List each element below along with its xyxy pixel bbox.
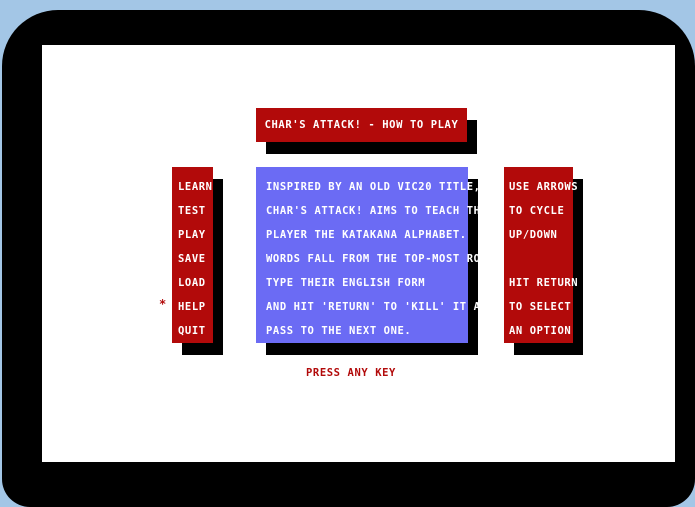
press-any-key-prompt: PRESS ANY KEY: [306, 367, 396, 379]
menu-item-test[interactable]: TEST: [178, 199, 213, 223]
help-line-blank: [509, 247, 573, 271]
title-text: CHAR'S ATTACK! - HOW TO PLAY: [264, 119, 459, 131]
description-line: WORDS FALL FROM THE TOP-MOST ROW;: [266, 253, 495, 265]
help-line: TO CYCLE: [509, 205, 565, 217]
menu-cursor-asterisk: *: [159, 297, 167, 311]
menu-item-load[interactable]: LOAD: [178, 271, 213, 295]
title-banner: CHAR'S ATTACK! - HOW TO PLAY: [256, 108, 467, 142]
description-line: TYPE THEIR ENGLISH FORM: [266, 277, 426, 289]
description-line: CHAR'S ATTACK! AIMS TO TEACH THE: [266, 205, 488, 217]
controls-help-panel: USE ARROWS TO CYCLE UP/DOWN HIT RETURN T…: [504, 167, 579, 343]
help-line: USE ARROWS: [509, 181, 579, 193]
main-menu: LEARN TEST PLAY SAVE LOAD HELP QUIT: [172, 167, 213, 343]
help-line: HIT RETURN: [509, 277, 579, 289]
menu-item-learn[interactable]: LEARN: [178, 175, 213, 199]
menu-item-quit[interactable]: QUIT: [178, 319, 213, 343]
help-line: TO SELECT: [509, 301, 572, 313]
description-line: AND HIT 'RETURN' TO 'KILL' IT AND: [266, 301, 495, 313]
menu-item-save[interactable]: SAVE: [178, 247, 213, 271]
description-line: PASS TO THE NEXT ONE.: [266, 325, 412, 337]
description-line: INSPIRED BY AN OLD VIC20 TITLE,: [266, 181, 481, 193]
description-line: PLAYER THE KATAKANA ALPHABET.: [266, 229, 467, 241]
menu-item-play[interactable]: PLAY: [178, 223, 213, 247]
menu-item-help[interactable]: HELP: [178, 295, 213, 319]
help-line: UP/DOWN: [509, 229, 558, 241]
help-line: AN OPTION: [509, 325, 572, 337]
description-panel: INSPIRED BY AN OLD VIC20 TITLE, CHAR'S A…: [256, 167, 495, 343]
